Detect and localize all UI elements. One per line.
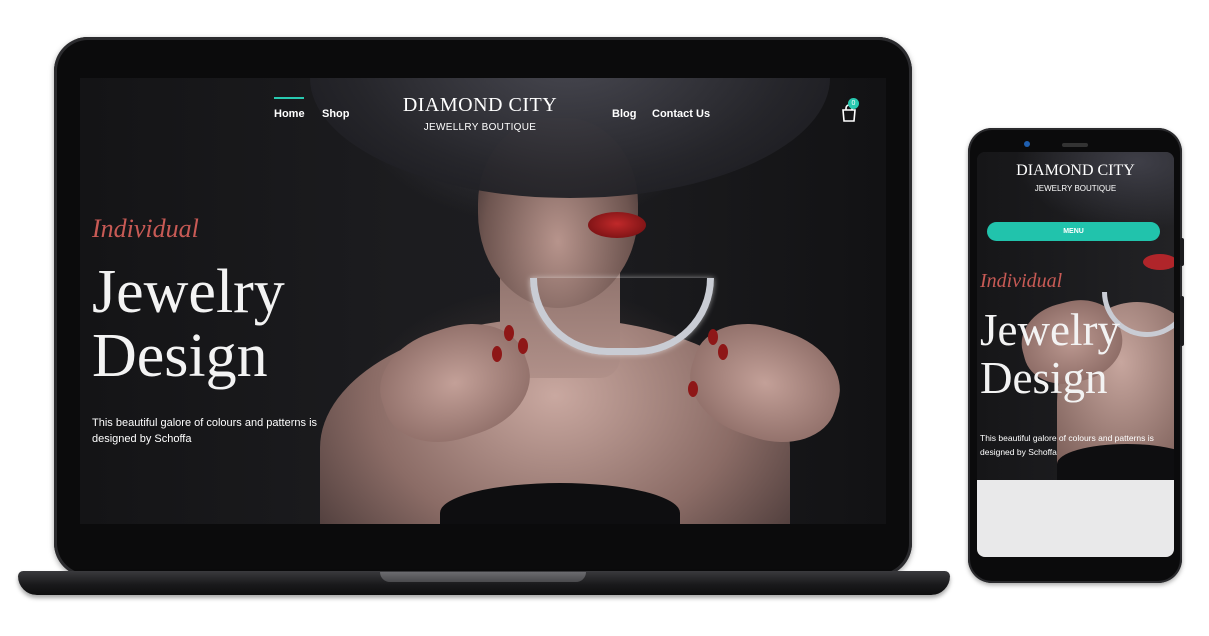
nav-blog[interactable]: Blog (612, 108, 636, 120)
mobile-site-logo[interactable]: DIAMOND CITY JEWELRY BOUTIQUE (977, 162, 1174, 193)
mobile-brand-title: DIAMOND CITY (1016, 162, 1135, 179)
mobile-menu-button[interactable]: MENU (987, 222, 1160, 241)
nav-contact-us[interactable]: Contact Us (652, 108, 710, 120)
mobile-hero-kicker: Individual (980, 270, 1063, 292)
hero-kicker: Individual (92, 214, 199, 243)
hero-title-line-2: Design (92, 322, 268, 390)
phone-speaker (1062, 143, 1088, 147)
mobile-hero-title-line-1: Jewelry (980, 305, 1120, 355)
mobile-brand-subtitle: JEWELRY BOUTIQUE (1034, 184, 1117, 193)
brand-subtitle: JEWELLRY BOUTIQUE (423, 122, 537, 133)
mobile-content-area (977, 480, 1174, 557)
phone-screen: DIAMOND CITY JEWELRY BOUTIQUE MENU Indiv… (977, 152, 1174, 557)
brand-title: DIAMOND CITY (402, 94, 558, 116)
hero-title: Jewelry Design (92, 260, 392, 388)
mobile-hero-title-line-2: Design (980, 353, 1108, 403)
laptop-screen: Home Shop DIAMOND CITY JEWELLRY BOUTIQUE… (80, 78, 886, 524)
nav-shop[interactable]: Shop (322, 108, 350, 120)
active-nav-indicator (274, 97, 304, 99)
phone-camera (1024, 141, 1030, 147)
laptop-notch (380, 572, 586, 582)
mobile-hero-title: Jewelry Design (980, 306, 1170, 402)
hero-title-line-1: Jewelry (92, 258, 285, 326)
cart-count-badge: 0 (848, 98, 859, 109)
site-logo[interactable]: DIAMOND CITY JEWELLRY BOUTIQUE (380, 94, 580, 133)
phone-power-button (1180, 296, 1184, 346)
phone-volume-button (1180, 238, 1184, 266)
nav-home[interactable]: Home (274, 108, 305, 120)
mobile-hero-description: This beautiful galore of colours and pat… (980, 433, 1154, 457)
hero-description: This beautiful galore of colours and pat… (92, 417, 318, 445)
